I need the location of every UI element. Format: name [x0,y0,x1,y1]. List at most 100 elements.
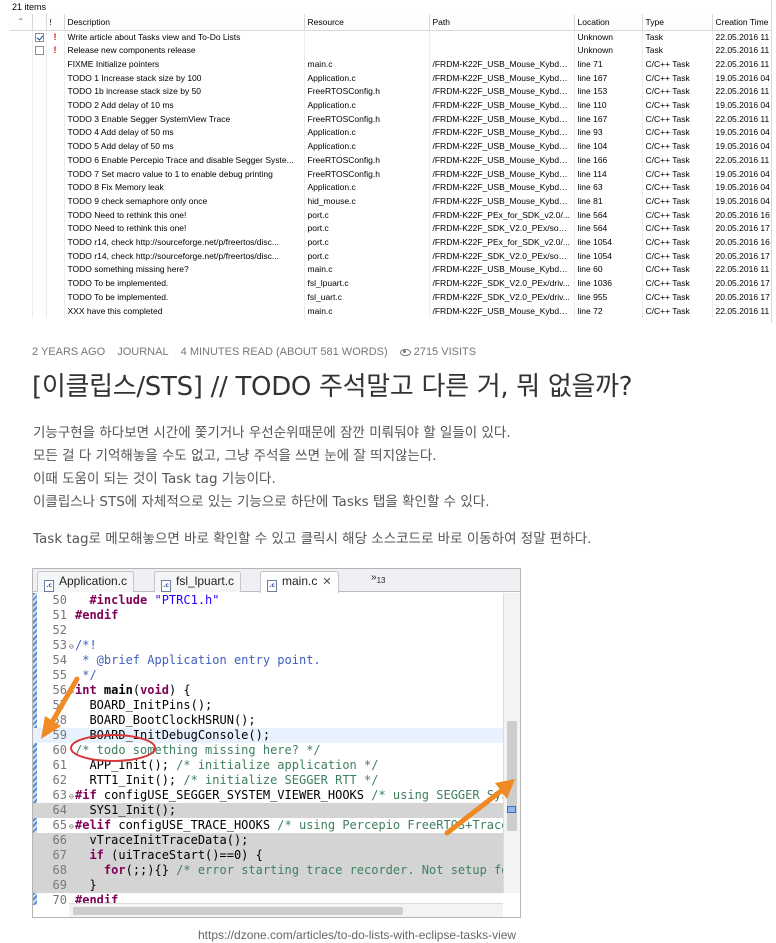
task-location: Unknown [574,44,643,58]
task-resource: Application.c [304,126,430,141]
c-file-icon: .c [44,580,54,592]
task-marker-icon[interactable] [507,806,516,813]
task-description: TODO r14, check http://sourceforge.net/p… [64,249,305,264]
table-row[interactable]: TODO r14, check http://sourceforge.net/p… [10,236,771,250]
row-gutter [10,181,33,195]
task-location: line 166 [574,153,643,168]
task-created: 19.05.2016 04 [712,181,771,195]
task-description: TODO 8 Fix Memory leak [64,181,305,195]
tab-overflow-button[interactable]: »13 [371,572,385,585]
task-priority: ! [46,30,65,45]
task-path: /FRDM-K22F_PEx_for_SDK_v2.0/... [429,236,575,250]
row-gutter [10,153,33,168]
task-type: C/C++ Task [642,126,713,141]
column-done[interactable] [32,14,47,31]
task-type: C/C++ Task [642,277,713,291]
task-location: line 1054 [574,249,643,264]
column-priority[interactable]: ! [46,14,65,31]
table-row[interactable]: TODO Need to rethink this one! port.c/FRD… [10,208,771,223]
task-priority [46,140,65,154]
scroll-thumb[interactable] [507,721,517,831]
code-line: 50 #include "PTRC1.h" [52,593,220,607]
table-row[interactable]: ! Write article about Tasks view and To-D… [10,30,771,45]
scroll-thumb[interactable] [73,907,403,915]
task-resource: Application.c [304,99,430,113]
task-resource: Application.c [304,71,430,86]
task-checkbox[interactable] [34,32,44,42]
task-type: C/C++ Task [642,57,713,72]
task-checkbox[interactable] [34,46,44,56]
table-row[interactable]: TODO 7 Set macro value to 1 to enable de… [10,167,771,182]
table-row[interactable]: TODO 2 Add delay of 10 ms Application.c/F… [10,99,771,113]
paragraph-line: 기능구현을 하다보면 시간에 쫓기거나 우선순위때문에 잠깐 미뤄둬야 할 일들… [33,425,511,441]
task-resource: port.c [304,249,430,264]
code-line: 51 #endif [52,608,119,622]
table-row[interactable]: TODO something missing here? main.c/FRDM-… [10,263,771,278]
column-location[interactable]: Location [574,14,643,31]
code-line: 67 if (uiTraceStart()==0) { [33,848,503,863]
table-row[interactable]: TODO 8 Fix Memory leak Application.c/FRDM… [10,181,771,195]
task-resource: port.c [304,208,430,223]
sort-indicator-icon[interactable]: ⌃ [10,14,33,31]
table-row[interactable]: XXX have this completed main.c/FRDM-K22F_… [10,304,771,319]
column-type[interactable]: Type [642,14,713,31]
table-row[interactable]: TODO To be implemented. fsl_lpuart.c/FRDM… [10,277,771,291]
table-row[interactable]: TODO Need to rethink this one! port.c/FRD… [10,222,771,237]
task-done-cell [32,30,47,45]
task-type: C/C++ Task [642,194,713,209]
column-description[interactable]: Description [64,14,305,31]
task-done-cell [32,85,47,100]
task-done-cell [32,153,47,168]
table-row[interactable]: TODO 5 Add delay of 50 ms Application.c/F… [10,140,771,154]
table-row[interactable]: TODO r14, check http://sourceforge.net/p… [10,249,771,264]
post-category[interactable]: JOURNAL [117,346,168,358]
task-priority [46,167,65,182]
table-row[interactable]: TODO 3 Enable Segger SystemView Trace Fre… [10,112,771,127]
task-created: 22.05.2016 11 [712,304,771,319]
column-creation-time[interactable]: Creation Time [712,14,771,31]
task-done-cell [32,181,47,195]
table-row[interactable]: TODO To be implemented. fsl_uart.c/FRDM-K… [10,290,771,305]
tab-main-c[interactable]: .c main.c ✕ [260,571,339,593]
task-created: 19.05.2016 04 [712,140,771,154]
horizontal-scrollbar[interactable] [69,903,503,917]
task-priority [46,236,65,250]
task-path: /FRDM-K22F_USB_Mouse_Kybd_... [429,263,575,278]
table-row[interactable]: TODO 4 Add delay of 50 ms Application.c/F… [10,126,771,141]
task-description: TODO 5 Add delay of 50 ms [64,140,305,154]
table-row[interactable]: ! Release new components release Unknown Ta… [10,44,771,58]
vertical-scrollbar[interactable] [503,593,520,893]
table-row[interactable]: FIXME Initialize pointers main.c/FRDM-K22… [10,57,771,72]
close-icon[interactable]: ✕ [322,576,331,588]
table-row[interactable]: TODO 1b increase stack size by 50 FreeRTO… [10,85,771,100]
task-path: /FRDM-K22F_USB_Mouse_Kybd_... [429,126,575,141]
table-row[interactable]: TODO 9 check semaphore only once hid_mous… [10,194,771,209]
task-type: C/C++ Task [642,222,713,237]
task-done-cell [32,304,47,319]
code-area[interactable]: 50 #include "PTRC1.h" 51 #endif 52 53 ⊖/*… [33,593,503,905]
code-line-todo: 60 /* todo something missing here? */ [52,743,321,757]
row-gutter [10,304,33,319]
task-path: /FRDM-K22F_USB_Mouse_Kybd_... [429,71,575,86]
task-priority [46,112,65,127]
task-priority [46,290,65,305]
row-gutter [10,30,33,45]
tab-fsl-lpuart-c[interactable]: .c fsl_lpuart.c [154,571,242,592]
task-done-cell [32,140,47,154]
tab-label: main.c [282,574,318,588]
table-row[interactable]: TODO 6 Enable Percepio Trace and disable… [10,153,771,168]
task-created: 22.05.2016 11 [712,263,771,278]
tab-application-c[interactable]: .c Application.c [37,571,135,592]
page-title: [이클립스/STS] // TODO 주석말고 다른 거, 뭐 없을까? [32,372,633,402]
table-row[interactable]: TODO 1 Increase stack size by 100 Applica… [10,71,771,86]
task-description: TODO To be implemented. [64,290,305,305]
task-done-cell [32,112,47,127]
task-description: TODO 9 check semaphore only once [64,194,305,209]
task-path: /FRDM-K22F_SDK_V2.0_PEx/driv... [429,290,575,305]
column-resource[interactable]: Resource [304,14,430,31]
read-time: 4 MINUTES READ (ABOUT 581 WORDS) [180,346,388,358]
task-type: C/C++ Task [642,236,713,250]
image-caption-link[interactable]: https://dzone.com/articles/to-do-lists-w… [198,928,516,942]
column-path[interactable]: Path [429,14,575,31]
task-created: 22.05.2016 11 [712,30,771,45]
